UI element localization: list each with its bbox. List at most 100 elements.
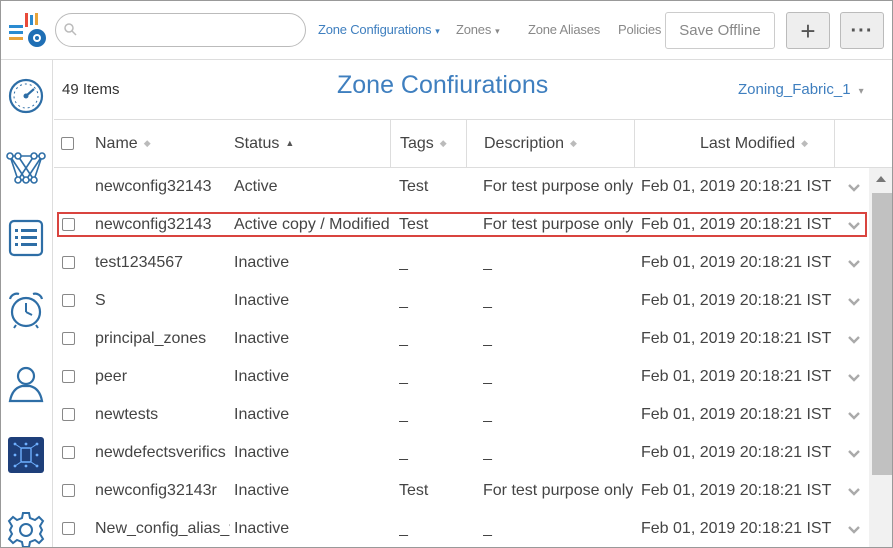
cell-tags: Test	[399, 216, 429, 233]
cell-last-modified: Feb 01, 2019 20:18:21 IST	[641, 178, 832, 195]
dashboard-gauge-icon[interactable]	[6, 76, 46, 116]
cell-tags: _	[399, 520, 408, 537]
cell-name: newconfig32143	[95, 216, 212, 233]
column-divider	[634, 120, 635, 167]
scrollbar-thumb[interactable]	[872, 193, 892, 475]
search-input[interactable]	[82, 19, 297, 41]
item-count: 49 Items	[62, 81, 120, 98]
chevron-down-icon: ▾	[858, 86, 864, 97]
table-row[interactable]: newconfig32143 Active copy / Modified Test…	[54, 206, 869, 244]
table-row[interactable]: test1234567 Inactive _ _ Feb 01, 2019 20:18:…	[54, 244, 869, 282]
row-checkbox[interactable]	[62, 370, 75, 383]
sort-icon: ◆	[570, 138, 577, 148]
settings-gear-icon[interactable]	[6, 510, 46, 548]
nav-zone-aliases[interactable]: Zone Aliases	[528, 22, 600, 37]
search-icon	[64, 23, 77, 36]
row-checkbox[interactable]	[62, 332, 75, 345]
column-header-description[interactable]: Description ◆	[484, 120, 577, 167]
cell-description: _	[483, 254, 492, 271]
nav-zones[interactable]: Zones ▾	[456, 22, 500, 37]
network-topology-icon[interactable]	[6, 148, 46, 188]
sidebar	[1, 60, 53, 548]
nav-label: Zone Configurations	[318, 22, 432, 37]
cell-status: Active copy / Modified	[234, 216, 390, 233]
expand-chevron-icon[interactable]	[847, 218, 861, 232]
list-icon[interactable]	[6, 218, 46, 258]
chevron-down-icon: ▾	[435, 26, 440, 36]
expand-chevron-icon[interactable]	[847, 332, 861, 346]
cell-status: Inactive	[234, 254, 290, 271]
table-row[interactable]: newdefectsverifics Inactive _ _ Feb 01, 2019…	[54, 434, 869, 472]
row-checkbox[interactable]	[62, 294, 75, 307]
nav-label: Zones	[456, 22, 492, 37]
expand-chevron-icon[interactable]	[847, 446, 861, 460]
table-row[interactable]: S Inactive _ _ Feb 01, 2019 20:18:21 IST	[54, 282, 869, 320]
alarm-clock-icon[interactable]	[6, 290, 46, 330]
fabric-selector[interactable]: Zoning_Fabric_1 ▾	[738, 81, 864, 98]
column-header-last-modified[interactable]: Last Modified ◆	[700, 120, 808, 167]
table-row[interactable]: newconfig32143r Inactive Test For test purp…	[54, 472, 869, 510]
expand-chevron-icon[interactable]	[847, 256, 861, 270]
cell-status: Inactive	[234, 520, 290, 537]
row-checkbox[interactable]	[62, 446, 75, 459]
column-label: Tags	[400, 135, 434, 152]
cell-tags: _	[399, 254, 408, 271]
expand-chevron-icon[interactable]	[847, 370, 861, 384]
sort-icon: ◆	[801, 138, 809, 148]
expand-chevron-icon[interactable]	[847, 294, 861, 308]
fabric-chip-icon[interactable]	[6, 435, 46, 475]
page-title: Zone Confiurations	[337, 71, 549, 99]
table-row[interactable]: peer Inactive _ _ Feb 01, 2019 20:18:21 IST	[54, 358, 869, 396]
expand-chevron-icon[interactable]	[847, 484, 861, 498]
cell-last-modified: Feb 01, 2019 20:18:21 IST	[641, 330, 832, 347]
cell-name: S	[95, 292, 106, 309]
vertical-scrollbar[interactable]	[869, 168, 892, 547]
table-header: Name ◆ Status ▲ Tags ◆ Description ◆ Last Mo…	[54, 119, 892, 168]
cell-tags: _	[399, 444, 408, 461]
nav-zone-configurations[interactable]: Zone Configurations ▾	[318, 22, 440, 37]
cell-name: newdefectsverifics	[95, 444, 226, 461]
cell-last-modified: Feb 01, 2019 20:18:21 IST	[641, 482, 832, 499]
app-logo-icon[interactable]	[5, 11, 49, 51]
fabric-name: Zoning_Fabric_1	[738, 81, 851, 98]
cell-name: New_config_alias_v	[95, 520, 230, 537]
cell-last-modified: Feb 01, 2019 20:18:21 IST	[641, 254, 832, 271]
row-checkbox[interactable]	[62, 522, 75, 535]
cell-tags: _	[399, 368, 408, 385]
expand-chevron-icon[interactable]	[847, 408, 861, 422]
cell-status: Inactive	[234, 444, 290, 461]
more-options-button[interactable]: ···	[840, 12, 884, 49]
row-checkbox[interactable]	[62, 218, 75, 231]
column-header-name[interactable]: Name ◆	[95, 120, 151, 167]
select-all-checkbox[interactable]	[61, 137, 74, 150]
search-box[interactable]	[55, 13, 306, 47]
column-header-tags[interactable]: Tags ◆	[400, 120, 447, 167]
cell-name: newconfig32143	[95, 178, 212, 195]
cell-description: _	[483, 292, 492, 309]
scroll-up-arrow-icon[interactable]	[876, 176, 886, 182]
cell-name: newtests	[95, 406, 159, 423]
save-offline-button[interactable]: Save Offline	[665, 12, 775, 49]
table-row[interactable]: principal_zones Inactive _ _ Feb 01, 2019 20…	[54, 320, 869, 358]
row-checkbox[interactable]	[62, 484, 75, 497]
column-label: Description	[484, 135, 565, 152]
column-header-status[interactable]: Status ▲	[234, 120, 294, 167]
table-row[interactable]: newtests Inactive _ _ Feb 01, 2019 20:18:21 …	[54, 396, 869, 434]
add-button[interactable]: +	[786, 12, 830, 49]
row-checkbox[interactable]	[62, 408, 75, 421]
cell-status: Inactive	[234, 292, 290, 309]
cell-tags: _	[399, 330, 408, 347]
table-row[interactable]: New_config_alias_v Inactive _ _ Feb 01, 2019…	[54, 510, 869, 547]
row-checkbox[interactable]	[62, 256, 75, 269]
expand-chevron-icon[interactable]	[847, 522, 861, 536]
table-row[interactable]: newconfig32143 Active Test For test purpose…	[54, 168, 869, 206]
nav-policies[interactable]: Policies	[618, 22, 661, 37]
table-body: newconfig32143 Active Test For test purpose…	[54, 168, 869, 547]
cell-description: _	[483, 520, 492, 537]
top-bar: Zone Configurations ▾ Zones ▾ Zone Aliases…	[1, 1, 892, 60]
user-icon[interactable]	[6, 364, 46, 404]
column-divider	[834, 120, 835, 167]
cell-last-modified: Feb 01, 2019 20:18:21 IST	[641, 292, 832, 309]
expand-chevron-icon[interactable]	[847, 180, 861, 194]
cell-tags: _	[399, 406, 408, 423]
